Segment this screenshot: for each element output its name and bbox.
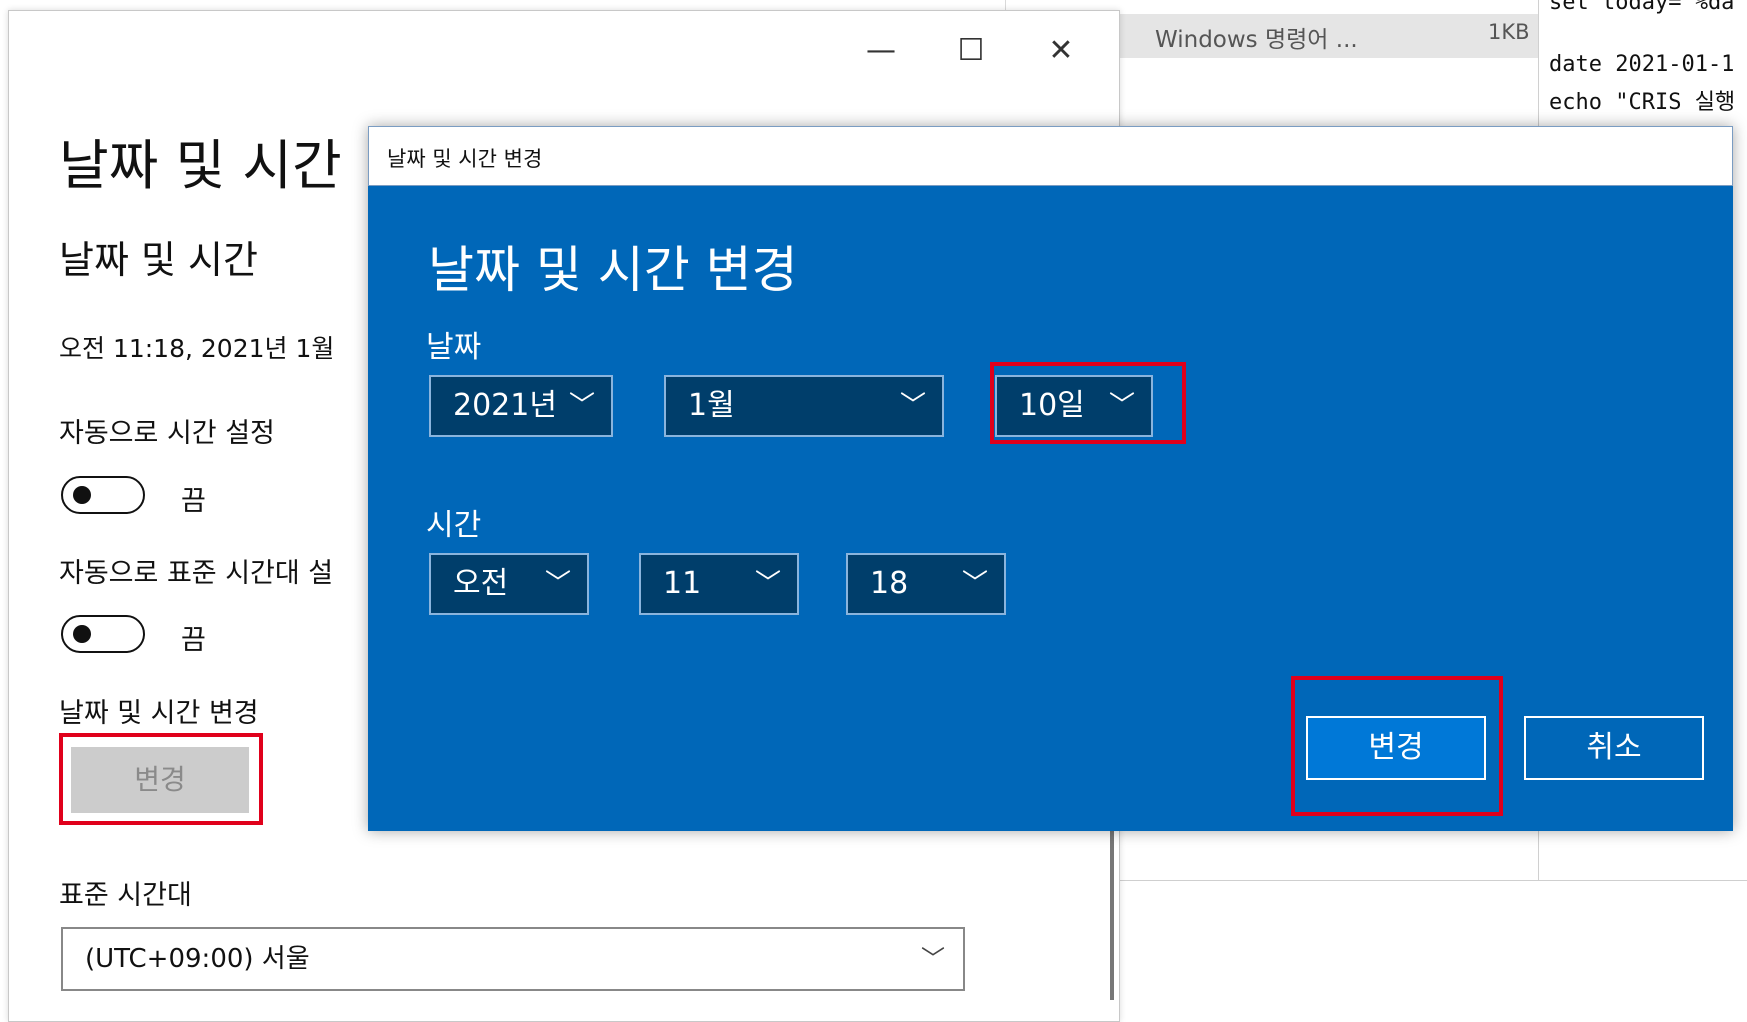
auto-timezone-state: 끔: [181, 625, 206, 656]
auto-time-label: 자동으로 시간 설정: [59, 418, 275, 449]
hour-dropdown[interactable]: 11 ﹀: [639, 553, 799, 615]
change-datetime-dialog: 날짜 및 시간 변경 날짜 및 시간 변경 날짜 2021년 ﹀ 1월 ﹀ 10…: [368, 126, 1733, 831]
timezone-select[interactable]: (UTC+09:00) 서울 ﹀: [61, 927, 965, 991]
date-label: 날짜: [426, 330, 482, 365]
auto-time-toggle[interactable]: [61, 476, 145, 514]
minimize-button[interactable]: —: [859, 33, 903, 68]
chevron-down-icon: ﹀: [568, 391, 595, 421]
year-value: 2021년: [453, 388, 557, 423]
toggle-knob: [73, 486, 91, 504]
ampm-value: 오전: [453, 566, 509, 601]
current-datetime: 오전 11:18, 2021년 1월: [59, 334, 335, 363]
file-name: Windows 명령어 ...: [1155, 27, 1358, 53]
ampm-dropdown[interactable]: 오전 ﹀: [429, 553, 589, 615]
page-title: 날짜 및 시간: [59, 134, 342, 197]
chevron-down-icon: ﹀: [754, 569, 781, 599]
hour-value: 11: [663, 566, 702, 601]
notepad-line: date 2021-01-1: [1549, 52, 1735, 77]
auto-timezone-toggle[interactable]: [61, 615, 145, 653]
chevron-down-icon: ﹀: [899, 391, 926, 421]
timezone-label: 표준 시간대: [59, 880, 192, 911]
dialog-title: 날짜 및 시간 변경: [387, 147, 543, 171]
section-title: 날짜 및 시간: [59, 238, 258, 282]
toggle-knob: [73, 625, 91, 643]
notepad-line: echo "CRIS 실행: [1549, 90, 1736, 115]
highlight-box: [59, 733, 263, 825]
chevron-down-icon: ﹀: [544, 569, 571, 599]
highlight-box: [1291, 676, 1503, 816]
cancel-button[interactable]: 취소: [1524, 716, 1704, 780]
timezone-value: (UTC+09:00) 서울: [85, 944, 310, 974]
minute-dropdown[interactable]: 18 ﹀: [846, 553, 1006, 615]
close-button[interactable]: ✕: [1039, 33, 1083, 68]
year-dropdown[interactable]: 2021년 ﹀: [429, 375, 613, 437]
chevron-down-icon: ﹀: [961, 569, 988, 599]
minute-value: 18: [870, 566, 909, 601]
auto-time-state: 끔: [181, 486, 206, 517]
maximize-button[interactable]: ☐: [949, 33, 993, 68]
scrollbar[interactable]: [1110, 820, 1114, 1000]
auto-timezone-label: 자동으로 표준 시간대 설: [59, 558, 334, 589]
month-value: 1월: [688, 388, 735, 423]
month-dropdown[interactable]: 1월 ﹀: [664, 375, 944, 437]
chevron-down-icon: ﹀: [921, 945, 945, 973]
highlight-box: [990, 362, 1186, 444]
change-datetime-label: 날짜 및 시간 변경: [59, 698, 259, 729]
file-size: 1KB: [1488, 20, 1530, 44]
time-label: 시간: [426, 508, 482, 543]
dialog-titlebar[interactable]: 날짜 및 시간 변경: [368, 126, 1733, 186]
notepad-line: set today= %da: [1549, 0, 1735, 15]
dialog-heading: 날짜 및 시간 변경: [428, 241, 798, 299]
